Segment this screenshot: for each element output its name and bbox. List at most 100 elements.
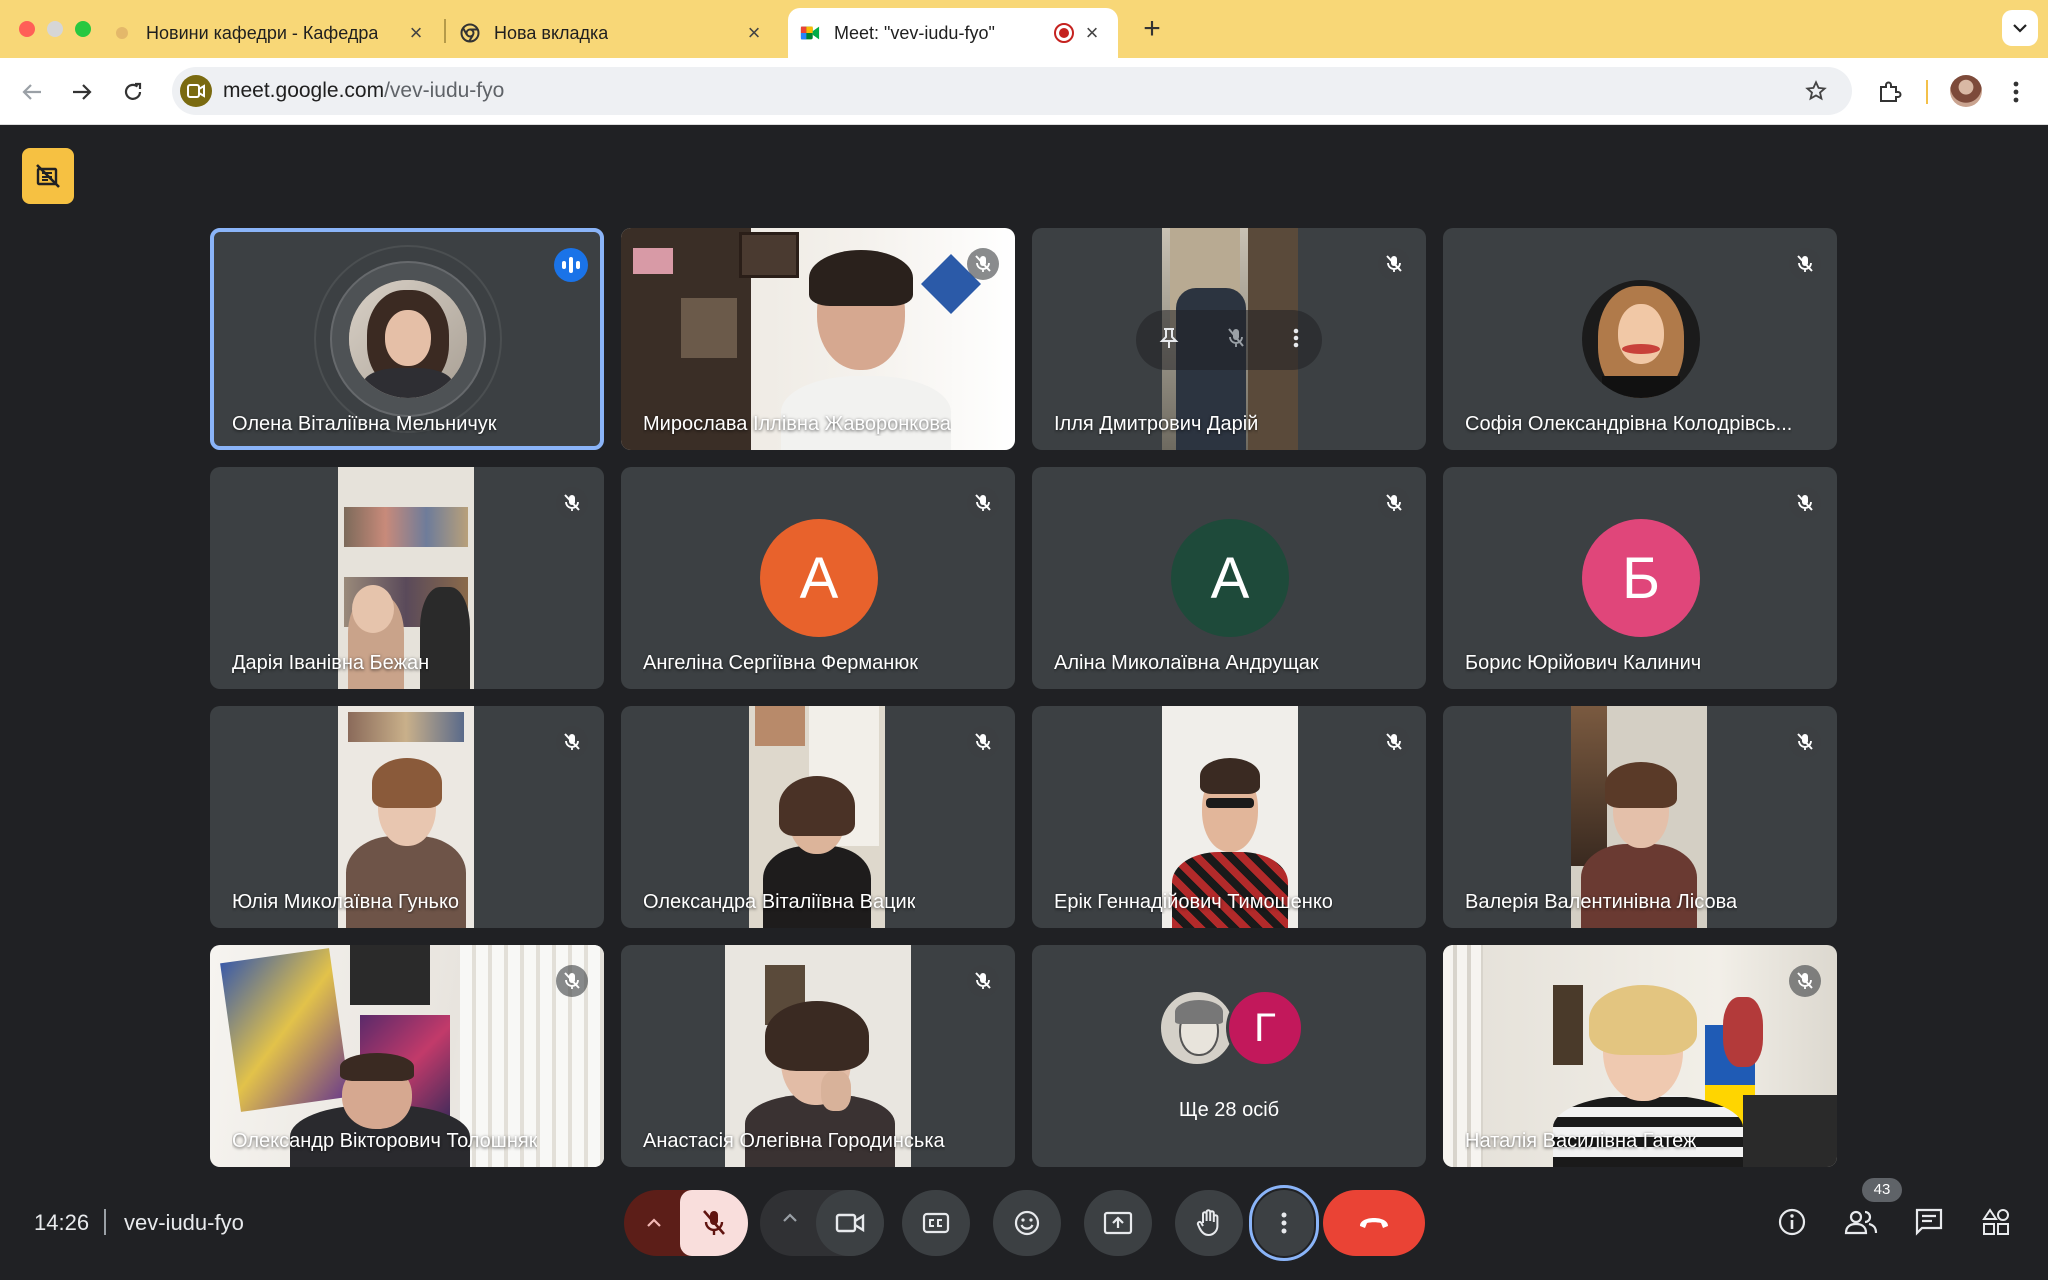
activities-button[interactable] <box>1978 1204 2014 1240</box>
more-participants-tile[interactable]: Г Ще 28 осіб <box>1032 945 1426 1167</box>
muted-mic-icon <box>1789 965 1821 997</box>
participant-name: Олександра Віталіївна Вацик <box>643 891 916 913</box>
tab-title: Meet: "vev-iudu-fyo" <box>834 22 995 43</box>
present-to-all-icon <box>1103 1211 1133 1235</box>
participant-name: Ілля Дмитрович Дарій <box>1054 413 1259 435</box>
info-icon <box>1778 1208 1806 1236</box>
back-button[interactable] <box>16 76 48 108</box>
muted-mic-icon <box>1789 248 1821 280</box>
participant-tile[interactable]: А Аліна Миколаївна Андрущак <box>1032 467 1426 689</box>
people-icon <box>1844 1210 1878 1235</box>
participant-tile[interactable]: Ілля Дмитрович Дарій <box>1032 228 1426 450</box>
participant-tile[interactable]: Олена Віталіївна Мельничук <box>210 228 604 450</box>
site-info-icon[interactable] <box>180 75 212 107</box>
reload-button[interactable] <box>117 76 149 108</box>
more-participants-avatars: Г <box>1158 989 1308 1069</box>
emoji-icon <box>1014 1210 1040 1236</box>
speaking-indicator-icon <box>554 248 588 282</box>
address-bar[interactable]: meet.google.com/vev-iudu-fyo <box>172 67 1852 115</box>
recording-badge[interactable] <box>22 148 74 204</box>
video-settings-button[interactable] <box>782 1210 798 1228</box>
tile-hover-controls <box>1136 310 1322 370</box>
more-vertical-icon <box>1281 1212 1287 1234</box>
bookmark-star-icon[interactable] <box>1802 77 1830 105</box>
mute-participant-icon[interactable] <box>1226 327 1246 354</box>
url-host: meet.google.com <box>223 79 385 102</box>
participant-photo <box>1158 989 1236 1067</box>
participant-name: Юлія Миколаївна Гунько <box>232 891 460 913</box>
participant-tile[interactable]: Олександра Віталіївна Вацик <box>621 706 1015 928</box>
captions-button[interactable] <box>902 1190 970 1256</box>
tab-new-tab[interactable]: Нова вкладка × <box>460 8 780 58</box>
close-window-button[interactable] <box>19 21 35 37</box>
chat-button[interactable] <box>1911 1204 1947 1240</box>
participant-name: Дарія Іванівна Бежан <box>232 652 430 674</box>
meeting-code: vev-iudu-fyo <box>124 1210 244 1235</box>
toggle-camera-button[interactable] <box>816 1190 884 1256</box>
participant-tile[interactable]: Софія Олександрівна Колодрівсь... <box>1443 228 1837 450</box>
tab-department-news[interactable]: Новини кафедри - Кафедра × <box>112 8 442 58</box>
present-screen-button[interactable] <box>1084 1190 1152 1256</box>
microphone-control <box>624 1190 748 1256</box>
videocam-icon <box>835 1213 865 1233</box>
meeting-details-button[interactable] <box>1774 1204 1810 1240</box>
tab-search-button[interactable] <box>2002 10 2038 46</box>
participant-name: Анастасія Олегівна Городинська <box>643 1130 945 1152</box>
more-vertical-icon[interactable] <box>1293 327 1299 354</box>
close-tab-icon[interactable]: × <box>742 21 766 45</box>
url-text[interactable]: meet.google.com/vev-iudu-fyo <box>223 79 504 103</box>
more-participants-label: Ще 28 осіб <box>1178 1099 1280 1121</box>
participant-name: Мирослава Іллівна Жаворонкова <box>643 413 951 435</box>
toolbar-separator <box>1926 80 1928 104</box>
participant-avatar: А <box>1171 519 1289 637</box>
participant-tile[interactable]: Мирослава Іллівна Жаворонкова <box>621 228 1015 450</box>
muted-mic-icon <box>1378 248 1410 280</box>
people-count-badge: 43 <box>1862 1178 1902 1202</box>
leave-call-button[interactable] <box>1323 1190 1425 1256</box>
forward-button[interactable] <box>66 76 98 108</box>
extensions-button[interactable] <box>1872 75 1906 109</box>
zoom-window-button[interactable] <box>75 21 91 37</box>
muted-mic-icon <box>967 487 999 519</box>
tab-title: Нова вкладка <box>494 22 609 43</box>
muted-mic-icon <box>1378 726 1410 758</box>
close-tab-icon[interactable]: × <box>1080 21 1104 45</box>
participant-name: Борис Юрійович Калинич <box>1465 652 1702 674</box>
pin-icon[interactable] <box>1159 326 1179 355</box>
muted-mic-icon <box>556 965 588 997</box>
meeting-time: 14:26 <box>34 1210 90 1235</box>
participant-avatar: Б <box>1582 519 1700 637</box>
participant-tile[interactable]: Валерія Валентинівна Лісова <box>1443 706 1837 928</box>
more-options-button[interactable] <box>1249 1185 1319 1261</box>
profile-avatar[interactable] <box>1950 75 1982 107</box>
participant-photo <box>349 280 467 398</box>
reactions-button[interactable] <box>993 1190 1061 1256</box>
participant-tile[interactable]: Анастасія Олегівна Городинська <box>621 945 1015 1167</box>
camera-control <box>760 1190 884 1256</box>
recording-off-icon <box>36 164 60 188</box>
toggle-microphone-button[interactable] <box>680 1190 748 1256</box>
participant-name: Олександр Вікторович Толошняк <box>232 1130 538 1152</box>
new-tab-button[interactable]: + <box>1135 12 1169 46</box>
participant-name: Наталія Василівна Гатеж <box>1465 1130 1697 1152</box>
participant-tile[interactable]: Ерік Геннадійович Тимошенко <box>1032 706 1426 928</box>
participant-tile[interactable]: Дарія Іванівна Бежан <box>210 467 604 689</box>
raise-hand-button[interactable] <box>1175 1190 1243 1256</box>
browser-menu-button[interactable] <box>1999 75 2033 109</box>
puzzle-icon <box>1880 81 1902 102</box>
participant-tile[interactable]: Олександр Вікторович Толошняк <box>210 945 604 1167</box>
participant-tile[interactable]: Юлія Миколаївна Гунько <box>210 706 604 928</box>
participant-name: Валерія Валентинівна Лісова <box>1465 891 1738 913</box>
participant-name: Ангеліна Сергіївна Ферманюк <box>643 652 918 674</box>
participant-tile[interactable]: А Ангеліна Сергіївна Ферманюк <box>621 467 1015 689</box>
close-tab-icon[interactable]: × <box>404 21 428 45</box>
tab-meet[interactable]: Meet: "vev-iudu-fyo" × <box>788 8 1118 58</box>
participant-tile[interactable]: Наталія Василівна Гатеж <box>1443 945 1837 1167</box>
minimize-window-button[interactable] <box>47 21 63 37</box>
participant-tile[interactable]: Б Борис Юрійович Калинич <box>1443 467 1837 689</box>
people-button[interactable] <box>1843 1204 1879 1240</box>
shapes-icon <box>1982 1208 2009 1235</box>
chevron-down-icon <box>2013 24 2027 33</box>
muted-mic-icon <box>967 726 999 758</box>
chevron-up-icon <box>783 1213 797 1222</box>
